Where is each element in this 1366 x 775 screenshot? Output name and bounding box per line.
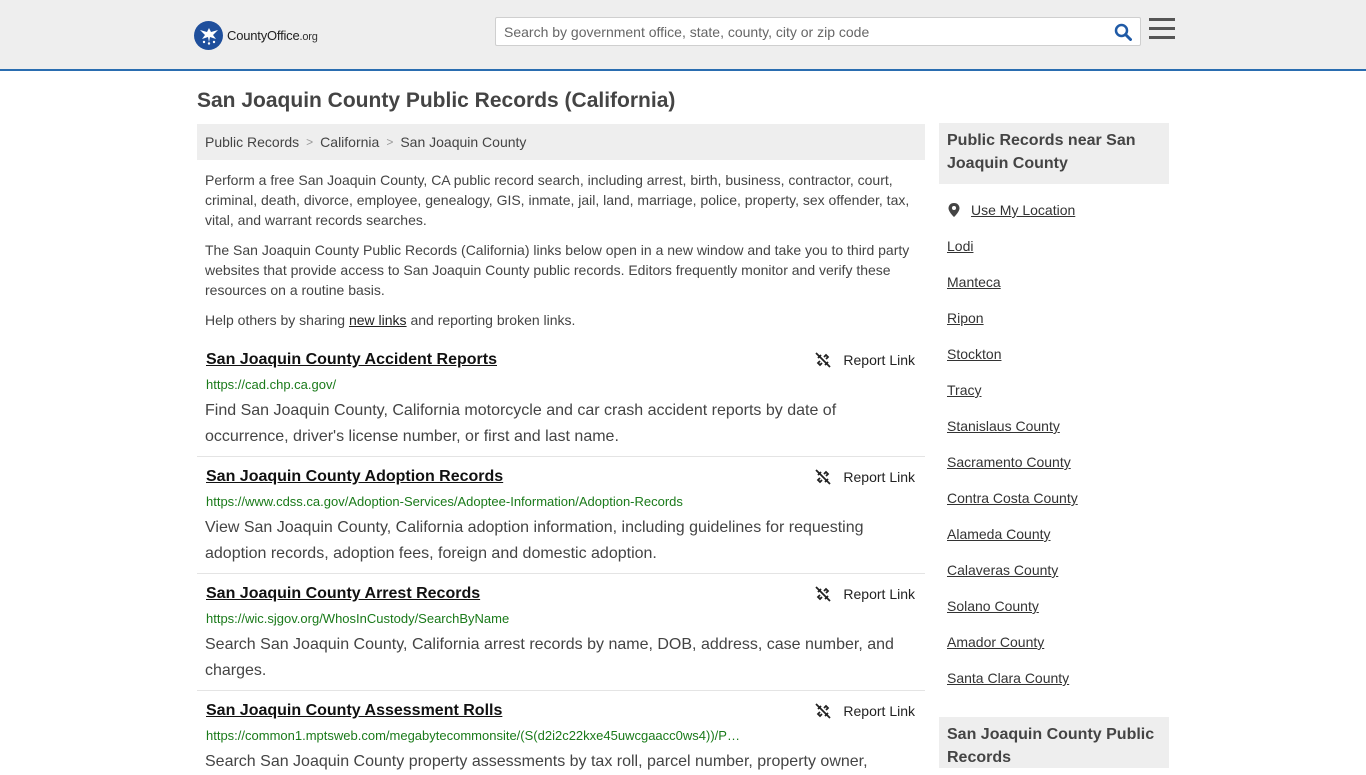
record-url: https://cad.chp.ca.gov/ bbox=[206, 377, 337, 392]
record-description: Find San Joaquin County, California moto… bbox=[205, 402, 837, 445]
sidebar-heading-2: San Joaquin County Public Records bbox=[939, 717, 1169, 768]
search-button[interactable] bbox=[1112, 22, 1134, 42]
nearby-link-calaveras-county[interactable]: Calaveras County bbox=[947, 562, 1058, 578]
search-icon bbox=[1114, 23, 1132, 41]
record-url: https://common1.mptsweb.com/megabytecomm… bbox=[206, 728, 740, 743]
nearby-link-ripon[interactable]: Ripon bbox=[947, 310, 984, 326]
location-pin-icon bbox=[948, 203, 960, 217]
search-input[interactable] bbox=[496, 18, 1106, 45]
nearby-link-lodi[interactable]: Lodi bbox=[947, 238, 973, 254]
intro-paragraph-1: Perform a free San Joaquin County, CA pu… bbox=[205, 172, 910, 228]
site-logo[interactable]: CountyOffice.org bbox=[194, 20, 318, 50]
broken-link-icon bbox=[815, 703, 832, 719]
report-link-button[interactable]: Report Link bbox=[815, 469, 915, 485]
intro-paragraph-2: The San Joaquin County Public Records (C… bbox=[205, 242, 910, 298]
record-item: San Joaquin County Adoption Records Repo… bbox=[197, 468, 925, 574]
record-description: View San Joaquin County, California adop… bbox=[205, 519, 864, 562]
nearby-link-solano-county[interactable]: Solano County bbox=[947, 598, 1039, 614]
breadcrumb-san-joaquin-county[interactable]: San Joaquin County bbox=[400, 134, 526, 150]
nearby-link-manteca[interactable]: Manteca bbox=[947, 274, 1001, 290]
eagle-logo-icon bbox=[194, 20, 223, 50]
record-url: https://wic.sjgov.org/WhosInCustody/Sear… bbox=[206, 611, 510, 626]
record-description: Search San Joaquin County, California ar… bbox=[205, 636, 894, 679]
record-item: San Joaquin County Assessment Rolls Repo… bbox=[197, 702, 925, 770]
nearby-link-stanislaus-county[interactable]: Stanislaus County bbox=[947, 418, 1060, 434]
broken-link-icon bbox=[815, 469, 832, 485]
report-link-button[interactable]: Report Link bbox=[815, 352, 915, 368]
record-title-link[interactable]: San Joaquin County Arrest Records bbox=[206, 585, 480, 603]
nearby-link-contra-costa-county[interactable]: Contra Costa County bbox=[947, 490, 1078, 506]
report-link-button[interactable]: Report Link bbox=[815, 586, 915, 602]
record-title-link[interactable]: San Joaquin County Accident Reports bbox=[206, 351, 497, 369]
use-my-location-link[interactable]: Use My Location bbox=[947, 202, 1075, 218]
breadcrumb-california[interactable]: California bbox=[320, 134, 379, 150]
hamburger-menu-icon[interactable] bbox=[1149, 18, 1175, 42]
sidebar-heading: Public Records near San Joaquin County bbox=[939, 123, 1169, 184]
record-item: San Joaquin County Accident Reports Repo… bbox=[197, 351, 925, 457]
nearby-link-alameda-county[interactable]: Alameda County bbox=[947, 526, 1051, 542]
broken-link-icon bbox=[815, 352, 832, 368]
nearby-link-tracy[interactable]: Tracy bbox=[947, 382, 981, 398]
site-header: CountyOffice.org bbox=[0, 0, 1366, 71]
intro-paragraph-3: Help others by sharing new links and rep… bbox=[205, 312, 576, 328]
breadcrumb: Public Records > California > San Joaqui… bbox=[197, 124, 925, 160]
record-title-link[interactable]: San Joaquin County Assessment Rolls bbox=[206, 702, 502, 720]
record-description: Search San Joaquin County property asses… bbox=[205, 753, 868, 770]
search-bar bbox=[495, 17, 1141, 46]
nearby-link-amador-county[interactable]: Amador County bbox=[947, 634, 1044, 650]
breadcrumb-separator: > bbox=[306, 135, 314, 149]
nearby-link-stockton[interactable]: Stockton bbox=[947, 346, 1001, 362]
breadcrumb-public-records[interactable]: Public Records bbox=[205, 134, 299, 150]
page-title: San Joaquin County Public Records (Calif… bbox=[197, 89, 676, 112]
nearby-link-santa-clara-county[interactable]: Santa Clara County bbox=[947, 670, 1069, 686]
nearby-link-sacramento-county[interactable]: Sacramento County bbox=[947, 454, 1071, 470]
record-url: https://www.cdss.ca.gov/Adoption-Service… bbox=[206, 494, 683, 509]
record-item: San Joaquin County Arrest Records Report… bbox=[197, 585, 925, 691]
report-link-button[interactable]: Report Link bbox=[815, 703, 915, 719]
new-links-link[interactable]: new links bbox=[349, 312, 407, 328]
broken-link-icon bbox=[815, 586, 832, 602]
record-title-link[interactable]: San Joaquin County Adoption Records bbox=[206, 468, 503, 486]
logo-text: CountyOffice.org bbox=[227, 27, 318, 43]
breadcrumb-separator: > bbox=[386, 135, 394, 149]
